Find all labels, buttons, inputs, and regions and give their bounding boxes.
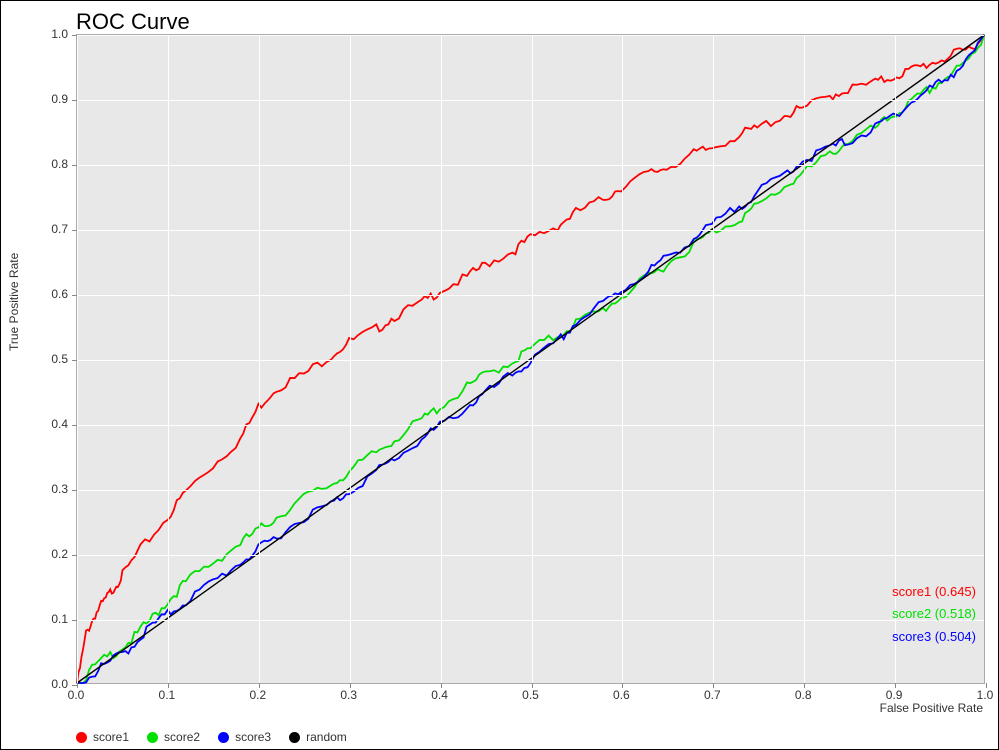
legend-item-score2: score2 <box>147 730 200 744</box>
legend: score1 score2 score3 random <box>76 730 347 744</box>
gridline-v <box>350 35 351 683</box>
legend-label: random <box>306 730 347 744</box>
gridline-h <box>77 620 984 621</box>
legend-dot-icon <box>289 732 300 743</box>
gridline-h <box>77 555 984 556</box>
x-tick-label: 0.9 <box>886 688 903 702</box>
x-tick-label: 0.4 <box>431 688 448 702</box>
gridline-v <box>77 35 78 683</box>
legend-dot-icon <box>76 732 87 743</box>
legend-item-score3: score3 <box>218 730 271 744</box>
y-tick-label: 0.4 <box>51 417 68 431</box>
curve-random <box>77 35 984 683</box>
x-tick-label: 1.0 <box>977 688 994 702</box>
gridline-h <box>77 165 984 166</box>
y-tick-label: 0.0 <box>51 677 68 691</box>
legend-dot-icon <box>147 732 158 743</box>
chart-title: ROC Curve <box>76 9 190 35</box>
legend-label: score2 <box>164 730 200 744</box>
annotation: score2 (0.518) <box>892 606 976 621</box>
gridline-v <box>622 35 623 683</box>
gridline-v <box>804 35 805 683</box>
y-tick-label: 0.3 <box>51 482 68 496</box>
y-tick-label: 0.9 <box>51 92 68 106</box>
x-tick-label: 0.0 <box>68 688 85 702</box>
curves-svg <box>77 35 984 683</box>
legend-dot-icon <box>218 732 229 743</box>
gridline-v <box>259 35 260 683</box>
gridline-v <box>168 35 169 683</box>
y-tick-label: 1.0 <box>51 27 68 41</box>
y-tick-label: 0.7 <box>51 222 68 236</box>
gridline-h <box>77 685 984 686</box>
roc-chart: ROC Curve True Positive Rate False Posit… <box>1 1 998 749</box>
legend-label: score1 <box>93 730 129 744</box>
gridline-h <box>77 100 984 101</box>
annotation: score1 (0.645) <box>892 584 976 599</box>
x-tick-label: 0.1 <box>159 688 176 702</box>
gridline-v <box>441 35 442 683</box>
gridline-h <box>77 230 984 231</box>
y-tick-label: 0.5 <box>51 352 68 366</box>
x-tick-label: 0.7 <box>704 688 721 702</box>
legend-item-score1: score1 <box>76 730 129 744</box>
annotation: score3 (0.504) <box>892 629 976 644</box>
y-tick-label: 0.8 <box>51 157 68 171</box>
x-tick-label: 0.5 <box>522 688 539 702</box>
gridline-v <box>986 35 987 683</box>
y-tick-label: 0.6 <box>51 287 68 301</box>
legend-item-random: random <box>289 730 347 744</box>
gridline-h <box>77 35 984 36</box>
gridline-v <box>713 35 714 683</box>
gridline-h <box>77 360 984 361</box>
x-tick-label: 0.8 <box>795 688 812 702</box>
y-tick-label: 0.2 <box>51 547 68 561</box>
gridline-h <box>77 490 984 491</box>
x-axis-label: False Positive Rate <box>880 701 983 715</box>
gridline-v <box>532 35 533 683</box>
gridline-h <box>77 295 984 296</box>
plot-area: score1 (0.645) score2 (0.518) score3 (0.50… <box>76 34 985 684</box>
y-tick-label: 0.1 <box>51 612 68 626</box>
x-tick-label: 0.6 <box>613 688 630 702</box>
y-axis-label: True Positive Rate <box>7 253 21 351</box>
gridline-h <box>77 425 984 426</box>
x-tick-label: 0.3 <box>340 688 357 702</box>
x-tick-label: 0.2 <box>249 688 266 702</box>
legend-label: score3 <box>235 730 271 744</box>
